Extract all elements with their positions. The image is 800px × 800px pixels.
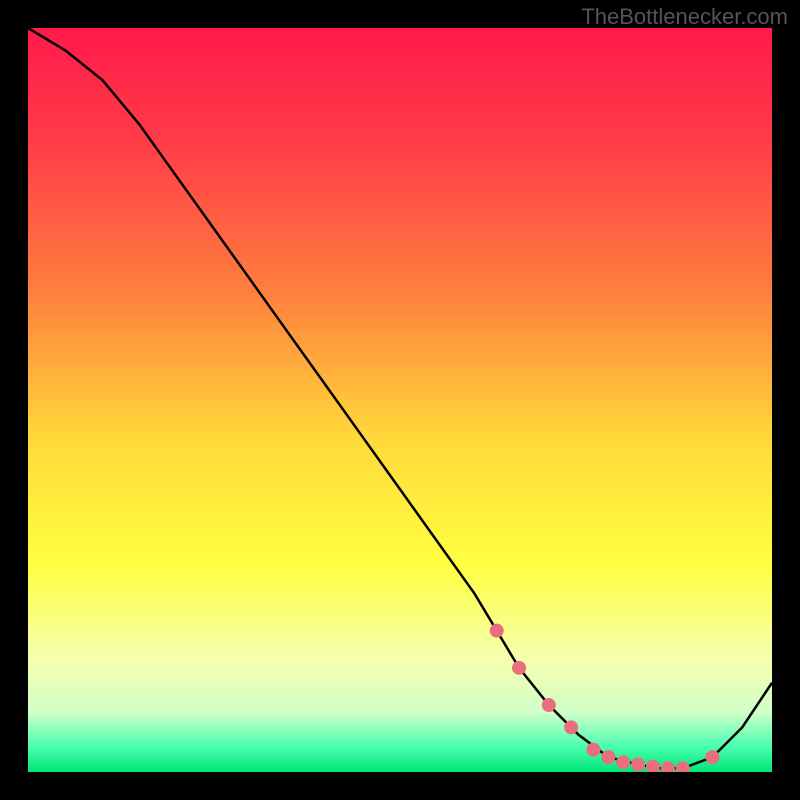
watermark-text: TheBottlenecker.com bbox=[581, 4, 788, 30]
marker-dot bbox=[616, 755, 630, 769]
marker-dot bbox=[586, 743, 600, 757]
marker-dot bbox=[490, 624, 504, 638]
chart-container: TheBottlenecker.com bbox=[0, 0, 800, 800]
chart-svg bbox=[28, 28, 772, 772]
gradient-background bbox=[28, 28, 772, 772]
marker-dot bbox=[705, 750, 719, 764]
plot-area bbox=[28, 28, 772, 772]
marker-dot bbox=[631, 758, 645, 772]
marker-dot bbox=[601, 750, 615, 764]
marker-dot bbox=[564, 720, 578, 734]
marker-dot bbox=[542, 698, 556, 712]
marker-dot bbox=[512, 661, 526, 675]
